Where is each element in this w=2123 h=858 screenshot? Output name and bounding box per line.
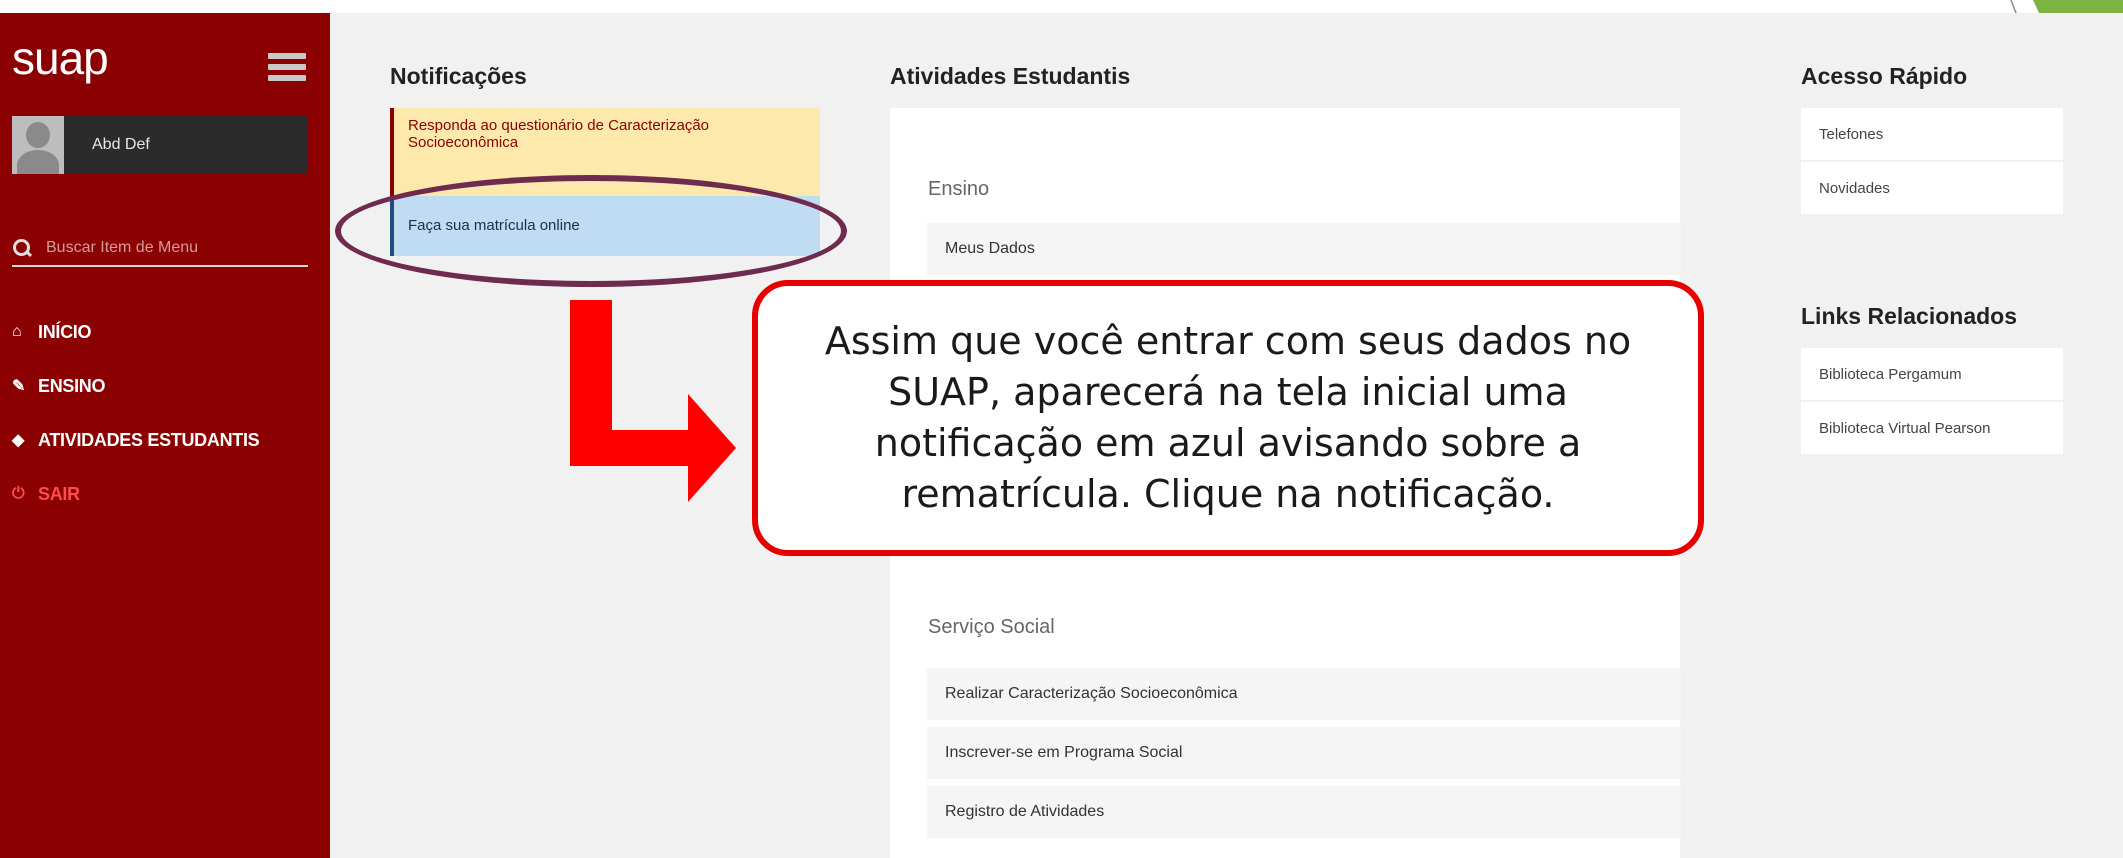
activities-title: Atividades Estudantis — [890, 63, 1131, 89]
activity-item[interactable]: Meus Dados — [927, 223, 1681, 275]
arrow-head-icon — [688, 394, 736, 502]
user-name: Abd Def — [92, 136, 150, 153]
home-icon: ⌂ — [12, 323, 22, 340]
related-links-list: Biblioteca Pergamum Biblioteca Virtual P… — [1801, 348, 2063, 456]
related-link-item[interactable]: Biblioteca Pergamum — [1801, 348, 2063, 402]
related-links-title: Links Relacionados — [1801, 303, 2018, 329]
search-icon — [12, 238, 32, 258]
callout-text: Assim que você entrar com seus dados no … — [824, 319, 1632, 516]
arrow-shaft-horizontal — [570, 430, 690, 466]
menu-search-input[interactable] — [46, 239, 296, 257]
group-title-ensino: Ensino — [928, 178, 990, 200]
menu-item-atividades-estudantis[interactable]: ◆ ATIVIDADES ESTUDANTIS — [12, 413, 322, 467]
menu-item-sair[interactable]: ⏻ SAIR — [12, 467, 322, 521]
menu-item-inicio[interactable]: ⌂ INÍCIO — [12, 305, 322, 359]
hamburger-menu-icon[interactable] — [268, 53, 306, 83]
sidebar: suap Abd Def ⌂ INÍCIO ✎ ENSINO ◆ ATIVIDA… — [0, 13, 330, 858]
sidebar-header: suap — [12, 31, 312, 84]
quick-access-item[interactable]: Telefones — [1801, 108, 2063, 162]
user-profile[interactable]: Abd Def — [12, 116, 308, 174]
instruction-callout: Assim que você entrar com seus dados no … — [752, 280, 1704, 556]
menu-search — [12, 231, 308, 267]
avatar — [12, 116, 64, 174]
quick-access-title: Acesso Rápido — [1801, 63, 1968, 89]
menu-item-label: ATIVIDADES ESTUDANTIS — [38, 429, 260, 450]
menu-item-label: INÍCIO — [38, 321, 92, 342]
menu-item-label: ENSINO — [38, 375, 106, 396]
menu-item-ensino[interactable]: ✎ ENSINO — [12, 359, 322, 413]
menu-item-label: SAIR — [38, 483, 80, 504]
pencil-circle-icon: ✎ — [12, 378, 26, 395]
sidebar-menu: ⌂ INÍCIO ✎ ENSINO ◆ ATIVIDADES ESTUDANTI… — [12, 305, 322, 521]
related-link-item[interactable]: Biblioteca Virtual Pearson — [1801, 402, 2063, 456]
activity-item[interactable]: Realizar Caracterização Socioeconômica — [927, 668, 1681, 720]
activity-item[interactable]: Inscrever-se em Programa Social — [927, 727, 1681, 779]
suap-logo[interactable]: suap — [12, 31, 109, 85]
notifications-title: Notificações — [390, 63, 527, 89]
activity-item[interactable]: Registro de Atividades — [927, 786, 1681, 838]
group-title-servico-social: Serviço Social — [928, 616, 1055, 638]
power-icon: ⏻ — [12, 485, 25, 502]
quick-access-item[interactable]: Novidades — [1801, 162, 2063, 216]
graduation-cap-icon: ◆ — [12, 432, 25, 449]
highlight-ellipse — [335, 175, 847, 287]
quick-access-list: Telefones Novidades — [1801, 108, 2063, 216]
